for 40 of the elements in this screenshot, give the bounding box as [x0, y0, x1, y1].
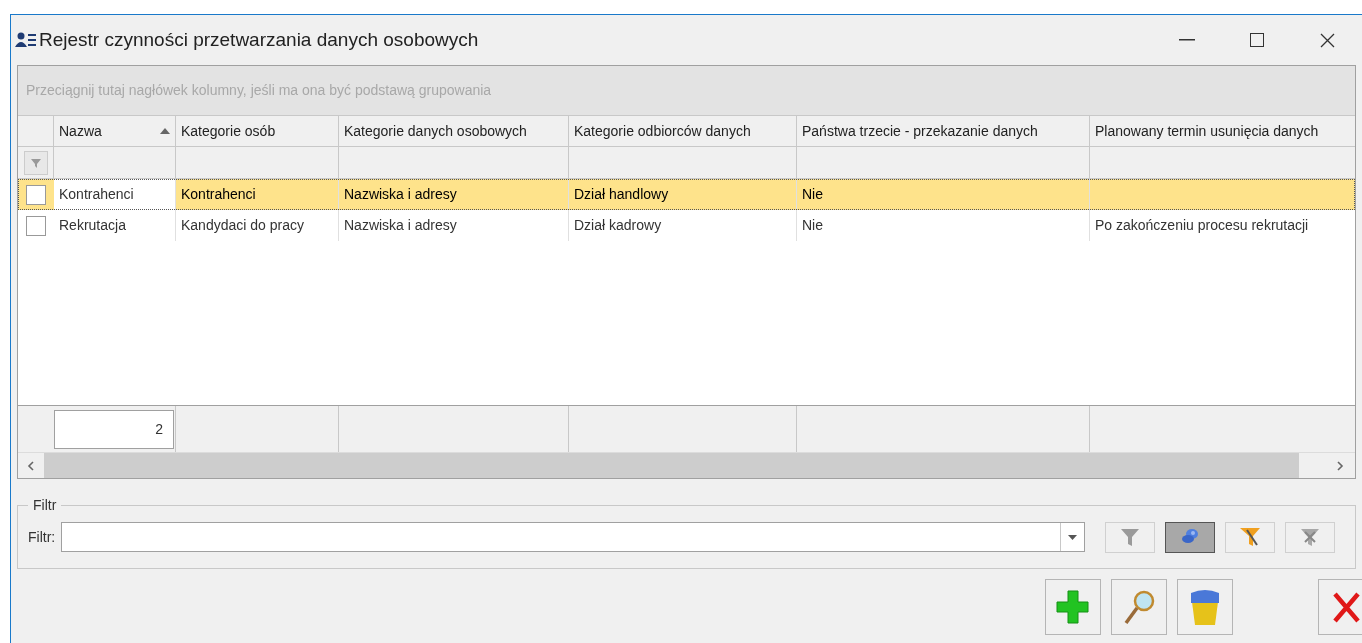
column-header[interactable]: Państwa trzecie - przekazanie danych: [797, 116, 1090, 146]
filter-row-icon[interactable]: [23, 150, 48, 175]
selected-row[interactable]: Kontrahenci Kontrahenci Nazwiska i adresy Dział handlowy Nie: [18, 179, 1355, 210]
group-by-hint: Przeciągnij tutaj nagłówek kolumny, jeśli ma ona być podstawą grupowania: [26, 81, 492, 100]
table-cell-text: Nazwiska i adresy: [344, 216, 457, 235]
table-cell-text: Nie: [802, 216, 823, 235]
window-title: Rejestr czynności przetwarzania danych osobowych: [39, 27, 479, 52]
close-icon: [1319, 32, 1335, 48]
table-cell-text: Dział kadrowy: [574, 216, 662, 235]
column-header[interactable]: Nazwa: [54, 116, 176, 146]
table-cell-text: Kontrahenci: [59, 185, 134, 204]
funnel-cross-button[interactable]: [1285, 521, 1335, 553]
search-button[interactable]: [1111, 579, 1167, 635]
people-list-icon: [15, 31, 37, 49]
table-cell-text: Kontrahenci: [181, 185, 256, 204]
table-cell-text: Nie: [802, 185, 823, 204]
column-header[interactable]: Planowany termin usunięcia danych: [1090, 116, 1355, 146]
column-header[interactable]: Kategorie osób: [176, 116, 339, 146]
table-cell-text: Dział handlowy: [574, 185, 669, 204]
cancel-button[interactable]: [1318, 579, 1362, 635]
horizontal-scrollbar[interactable]: [18, 452, 1355, 478]
table-cell-text: Po zakończeniu procesu rekrutacji: [1095, 216, 1309, 235]
delete-button[interactable]: [1177, 579, 1233, 635]
row-checkbox[interactable]: [26, 215, 46, 236]
pin-button[interactable]: [1165, 521, 1215, 553]
row-checkbox[interactable]: [26, 184, 46, 205]
table-cell-text: Nazwiska i adresy: [344, 185, 457, 204]
funnel-tools-button[interactable]: [1225, 521, 1275, 553]
row-count: 2: [54, 409, 174, 449]
add-button[interactable]: [1045, 579, 1101, 635]
column-header[interactable]: Kategorie danych osobowych: [339, 116, 569, 146]
filter-label: Filtr:: [28, 527, 56, 547]
column-header[interactable]: Kategorie odbiorców danych: [569, 116, 797, 146]
table-cell-text: Kandydaci do pracy: [181, 216, 304, 235]
funnel-button[interactable]: [1105, 521, 1155, 553]
minimize-icon: [1179, 39, 1195, 41]
plus-icon: [1054, 588, 1092, 626]
table-cell-text: Rekrutacja: [59, 216, 126, 235]
scroll-left-icon[interactable]: [18, 452, 44, 478]
maximize-icon: [1250, 33, 1264, 47]
